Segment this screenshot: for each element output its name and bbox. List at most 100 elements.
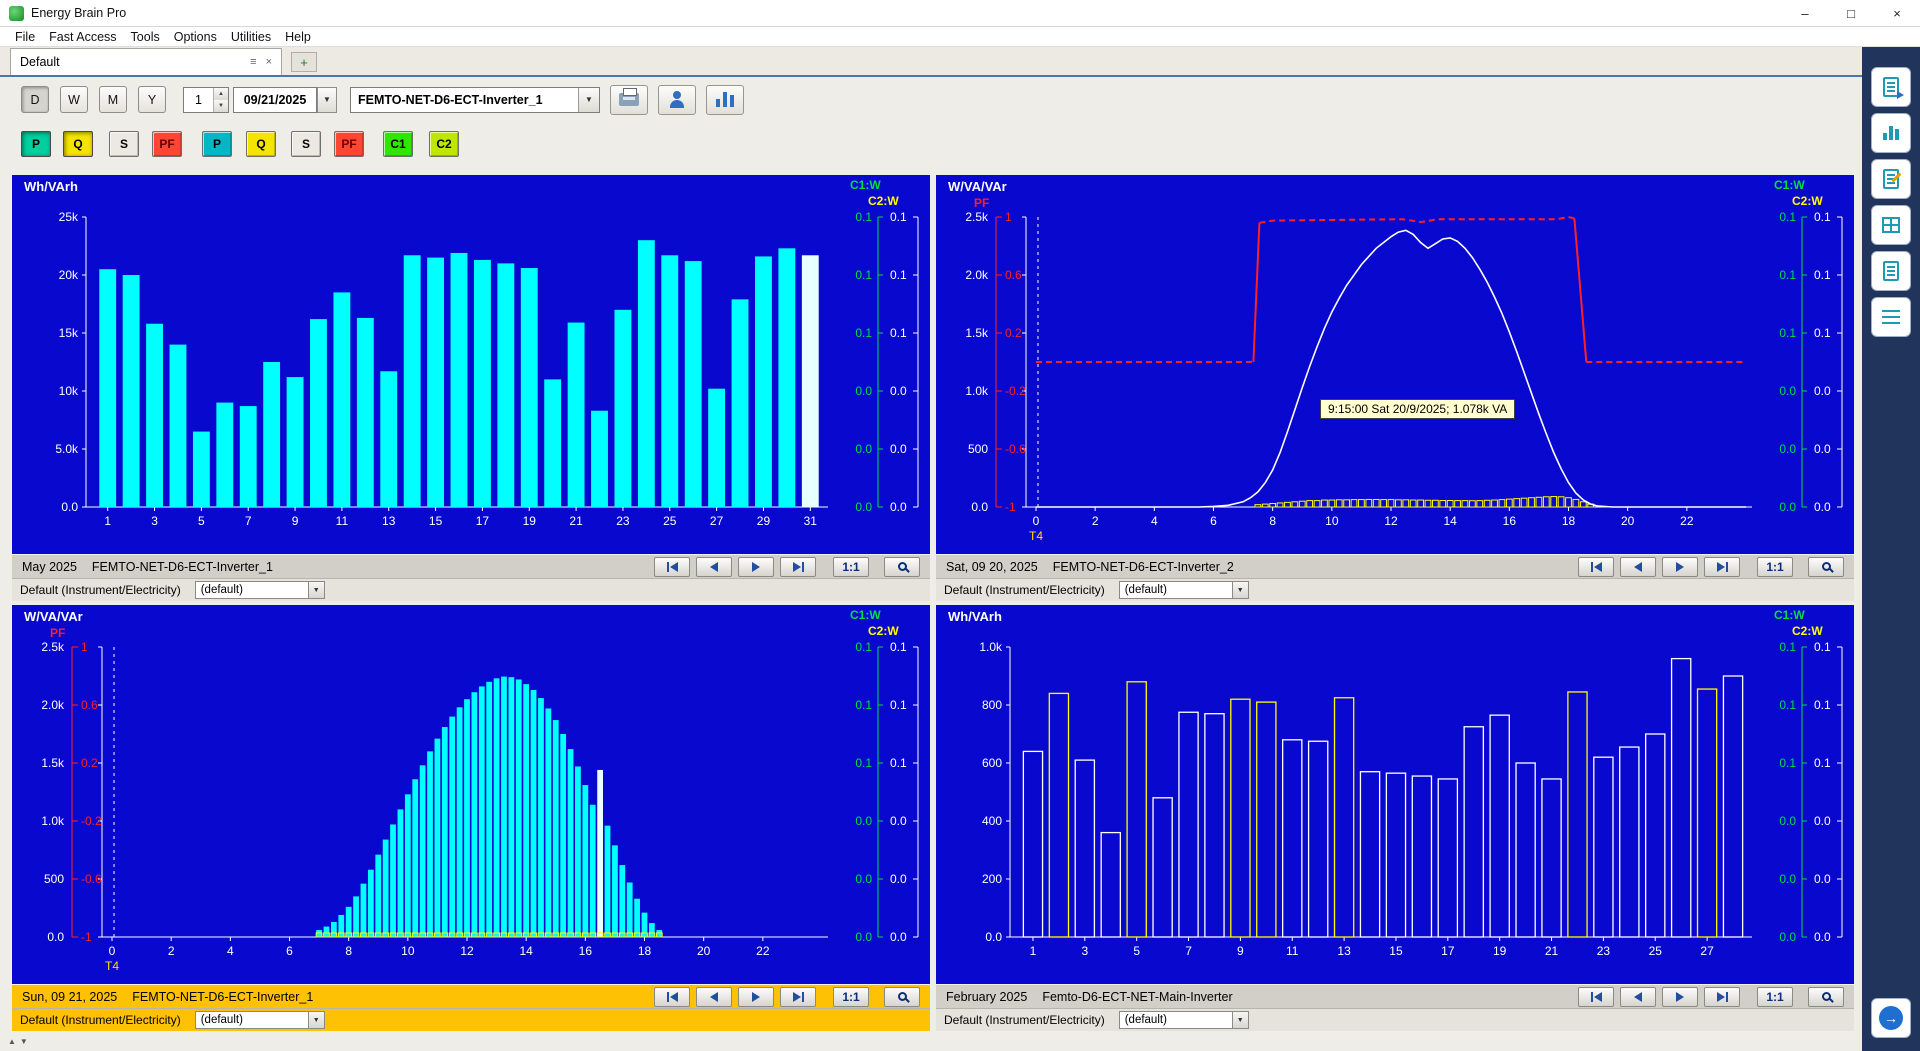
panel-footer-bar: Default (Instrument/Electricity) (defaul… [936, 578, 1854, 601]
profile-label: Default (Instrument/Electricity) [944, 583, 1105, 597]
profile-label: Default (Instrument/Electricity) [20, 1013, 181, 1027]
last-button[interactable] [1704, 987, 1740, 1007]
previous-button[interactable] [1620, 987, 1656, 1007]
svg-text:T4: T4 [1029, 529, 1043, 543]
previous-button[interactable] [696, 987, 732, 1007]
svg-text:200: 200 [982, 872, 1002, 886]
chart-area[interactable]: W/VA/VAr PF C1:W C2:W 2.5k2.0k1.5k1.0k50… [936, 175, 1854, 554]
profile-select[interactable]: (default) ▼ [195, 1011, 325, 1029]
c1-axis-label: C1:W [850, 608, 881, 622]
svg-text:0.1: 0.1 [1814, 326, 1831, 340]
last-button[interactable] [780, 987, 816, 1007]
chart-area[interactable]: W/VA/VAr PF C1:W C2:W 2.5k2.0k1.5k1.0k50… [12, 605, 930, 984]
scroll-up-icon[interactable]: ▲ [8, 1037, 16, 1046]
svg-text:0.0: 0.0 [1779, 814, 1796, 828]
svg-text:25: 25 [1649, 944, 1663, 958]
svg-text:0.0: 0.0 [1814, 384, 1831, 398]
scroll-down-icon[interactable]: ▼ [20, 1037, 28, 1046]
profile-value: (default) [1120, 584, 1232, 596]
svg-text:0.1: 0.1 [1814, 640, 1831, 654]
chart-grid: Wh/VArh C1:W C2:W 25k20k15k10k5.0k0.00.1… [0, 0, 1920, 1051]
svg-text:0.0: 0.0 [855, 500, 872, 514]
one-to-one-button[interactable]: 1:1 [1757, 557, 1793, 577]
c1-axis-label: C1:W [850, 178, 881, 192]
profile-select[interactable]: (default) ▼ [1119, 1011, 1249, 1029]
zoom-button[interactable] [884, 557, 920, 577]
svg-text:0.1: 0.1 [890, 268, 907, 282]
sidebar-edit-button[interactable] [1871, 159, 1911, 199]
svg-text:16: 16 [1503, 514, 1517, 528]
svg-text:-1: -1 [81, 930, 92, 944]
bottom-scroll-strip: ▲ ▼ [0, 1031, 1862, 1051]
svg-text:0.1: 0.1 [1779, 326, 1796, 340]
sidebar-table-button[interactable] [1871, 205, 1911, 245]
previous-button[interactable] [696, 557, 732, 577]
svg-text:2.0k: 2.0k [965, 268, 989, 282]
sidebar-chart-button[interactable] [1871, 113, 1911, 153]
zoom-button[interactable] [884, 987, 920, 1007]
svg-text:27: 27 [710, 514, 724, 528]
last-icon [1717, 562, 1725, 572]
previous-icon [710, 562, 718, 572]
svg-text:10k: 10k [59, 384, 79, 398]
sidebar-export-button[interactable] [1871, 67, 1911, 107]
svg-text:0.1: 0.1 [855, 268, 872, 282]
svg-text:0.1: 0.1 [855, 326, 872, 340]
sidebar-document-button[interactable] [1871, 251, 1911, 291]
svg-text:8: 8 [345, 944, 352, 958]
last-icon [1717, 992, 1725, 1002]
svg-text:0.0: 0.0 [1814, 872, 1831, 886]
zoom-button[interactable] [1808, 987, 1844, 1007]
svg-text:0.0: 0.0 [985, 930, 1002, 944]
svg-text:0: 0 [109, 944, 116, 958]
svg-text:0.0: 0.0 [1779, 872, 1796, 886]
svg-text:7: 7 [245, 514, 252, 528]
c2-axis-label: C2:W [868, 194, 899, 208]
svg-text:18: 18 [638, 944, 652, 958]
first-button[interactable] [1578, 987, 1614, 1007]
first-button[interactable] [654, 987, 690, 1007]
svg-text:20: 20 [697, 944, 711, 958]
first-button[interactable] [1578, 557, 1614, 577]
one-to-one-button[interactable]: 1:1 [833, 557, 869, 577]
chart-area[interactable]: Wh/VArh C1:W C2:W 25k20k15k10k5.0k0.00.1… [12, 175, 930, 554]
chart-area[interactable]: Wh/VArh C1:W C2:W 1.0k8006004002000.00.1… [936, 605, 1854, 984]
profile-select[interactable]: (default) ▼ [1119, 581, 1249, 599]
svg-text:12: 12 [1384, 514, 1398, 528]
next-button[interactable] [738, 557, 774, 577]
last-button[interactable] [780, 557, 816, 577]
next-button[interactable] [1662, 987, 1698, 1007]
svg-text:20k: 20k [59, 268, 79, 282]
svg-text:0.2: 0.2 [81, 756, 98, 770]
pf-axis-label: PF [50, 626, 65, 640]
svg-text:400: 400 [982, 814, 1002, 828]
last-button[interactable] [1704, 557, 1740, 577]
first-button[interactable] [654, 557, 690, 577]
svg-text:13: 13 [1337, 944, 1351, 958]
chart-tooltip: 9:15:00 Sat 20/9/2025; 1.078k VA [1320, 399, 1515, 419]
table-icon [1882, 217, 1900, 233]
magnifier-icon [898, 992, 907, 1001]
sidebar-go-button[interactable]: → [1871, 998, 1911, 1038]
previous-button[interactable] [1620, 557, 1656, 577]
panel-footer-bar: Default (Instrument/Electricity) (defaul… [12, 1008, 930, 1031]
y-axis-unit-label: Wh/VArh [948, 609, 1002, 624]
zoom-button[interactable] [1808, 557, 1844, 577]
svg-text:12: 12 [460, 944, 474, 958]
previous-icon [710, 992, 718, 1002]
profile-select[interactable]: (default) ▼ [195, 581, 325, 599]
svg-text:1.5k: 1.5k [965, 326, 989, 340]
one-to-one-button[interactable]: 1:1 [1757, 987, 1793, 1007]
svg-text:0.0: 0.0 [1814, 500, 1831, 514]
first-icon [667, 992, 669, 1002]
svg-text:17: 17 [1441, 944, 1455, 958]
sidebar-list-button[interactable] [1871, 297, 1911, 337]
svg-text:9: 9 [1237, 944, 1244, 958]
next-button[interactable] [1662, 557, 1698, 577]
svg-text:0.0: 0.0 [47, 930, 64, 944]
svg-text:0.1: 0.1 [890, 698, 907, 712]
next-button[interactable] [738, 987, 774, 1007]
right-sidebar: → [1862, 47, 1920, 1051]
previous-icon [1634, 562, 1642, 572]
one-to-one-button[interactable]: 1:1 [833, 987, 869, 1007]
